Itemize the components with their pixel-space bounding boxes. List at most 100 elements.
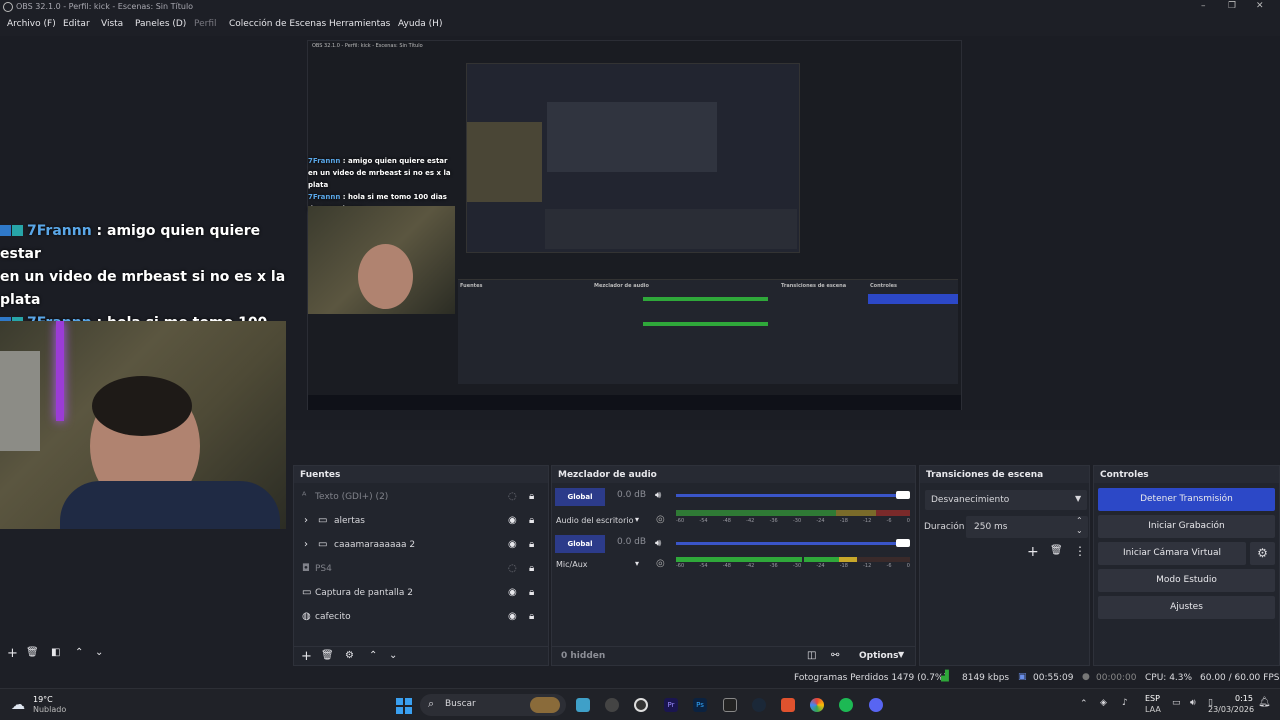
move-up-icon[interactable]: ⌃	[369, 650, 377, 661]
cloud-icon[interactable]: ☁	[11, 697, 25, 713]
notification-icon[interactable]: 🔔︎	[1258, 697, 1271, 708]
epic-games-icon[interactable]	[723, 698, 737, 712]
app-icon[interactable]	[605, 698, 619, 712]
menu-docks[interactable]: Paneles (D)	[135, 19, 186, 29]
menu-edit[interactable]: Editar	[63, 19, 90, 29]
gear-icon[interactable]: ⚙	[1250, 542, 1275, 565]
add-scene-icon[interactable]: +	[7, 646, 18, 661]
global-badge[interactable]: Global	[555, 535, 605, 553]
layout-icon[interactable]: ◫	[807, 650, 816, 661]
settings-button[interactable]: Ajustes	[1098, 596, 1275, 619]
eye-icon[interactable]: ◉	[508, 611, 517, 622]
meter-scale: -60 -54 -48 -42 -36 -30 -24 -18 -12 -6 0	[676, 518, 910, 524]
gear-icon[interactable]: ⚙	[345, 650, 354, 661]
stop-stream-button[interactable]: Detener Transmisión	[1098, 488, 1275, 511]
eye-hidden-icon[interactable]: ◌	[508, 563, 517, 574]
expand-icon[interactable]: ›	[304, 515, 308, 526]
lock-icon[interactable]: 🔒︎	[529, 611, 534, 622]
minimize-icon[interactable]: –	[1201, 1, 1206, 11]
photoshop-icon[interactable]: Ps	[693, 698, 707, 712]
lock-icon[interactable]: 🔒︎	[529, 587, 534, 598]
expand-icon[interactable]: ›	[304, 539, 308, 550]
obs-icon[interactable]	[634, 698, 648, 712]
network-icon[interactable]: ▭	[1172, 698, 1181, 708]
steam-icon[interactable]	[752, 698, 766, 712]
menu-tools[interactable]: Herramientas	[329, 19, 390, 29]
menu-profile[interactable]: Perfil	[194, 19, 217, 29]
move-up-icon[interactable]: ⌃	[75, 647, 83, 658]
menu-view[interactable]: Vista	[101, 19, 123, 29]
trash-icon[interactable]: 🗑︎	[26, 647, 39, 658]
menu-file[interactable]: Archivo (F)	[7, 19, 56, 29]
taskbar-search[interactable]: ⌕ Buscar	[420, 694, 566, 716]
move-down-icon[interactable]: ⌄	[95, 647, 103, 658]
volume-icon[interactable]: 🔊︎	[1190, 698, 1196, 708]
menu-help[interactable]: Ayuda (H)	[398, 19, 442, 29]
hidden-count: 0 hidden	[561, 651, 606, 661]
source-item[interactable]: ◘ PS4 ◌ 🔒︎	[294, 559, 548, 581]
lock-icon[interactable]: 🔒︎	[529, 539, 534, 550]
studio-mode-button[interactable]: Modo Estudio	[1098, 569, 1275, 592]
duration-input[interactable]: 250 ms ⌃ ⌄	[966, 516, 1088, 538]
speaker-icon[interactable]: 🔊︎	[655, 538, 661, 549]
restore-icon[interactable]: ❐	[1228, 1, 1236, 11]
add-icon[interactable]: +	[301, 649, 312, 664]
volume-slider-handle[interactable]	[896, 491, 910, 499]
source-item[interactable]: › ▭ caaamaraaaaaa 2 ◉ 🔒︎	[294, 535, 548, 557]
eye-icon[interactable]: ◉	[508, 587, 517, 598]
speaker-icon[interactable]: 🔊︎	[655, 490, 661, 501]
options-button[interactable]: Options	[859, 651, 898, 661]
volume-slider-handle[interactable]	[896, 539, 910, 547]
virtual-camera-button[interactable]: Iniciar Cámara Virtual	[1098, 542, 1246, 565]
transition-select[interactable]: Desvanecimiento ▼	[925, 490, 1087, 510]
filter-icon[interactable]: ◧	[51, 647, 60, 658]
lock-icon[interactable]: 🔒︎	[529, 563, 534, 574]
microphone-icon[interactable]: ♪	[1122, 698, 1128, 708]
clock-time[interactable]: 0:15	[1235, 694, 1253, 703]
chrome-icon[interactable]	[810, 698, 824, 712]
start-recording-button[interactable]: Iniciar Grabación	[1098, 515, 1275, 538]
language-layout[interactable]: LAA	[1145, 705, 1161, 714]
global-badge[interactable]: Global	[555, 488, 605, 506]
more-icon[interactable]: ⋮	[1074, 544, 1086, 558]
trash-icon[interactable]: 🗑︎	[321, 650, 334, 661]
trash-icon[interactable]: 🗑︎	[1050, 545, 1063, 556]
tray-icon[interactable]: ◈	[1100, 698, 1107, 708]
chevron-down-icon[interactable]: ▾	[635, 559, 639, 568]
windows-start-icon[interactable]	[396, 698, 412, 714]
add-transition-icon[interactable]: +	[1027, 544, 1039, 560]
chevron-up-icon[interactable]: ⌃	[1080, 699, 1088, 709]
chevron-down-icon[interactable]: ▾	[635, 515, 639, 524]
source-item[interactable]: ▭ Captura de pantalla 2 ◉ 🔒︎	[294, 583, 548, 605]
mini-cam	[308, 206, 455, 314]
weather-desc[interactable]: Nublado	[33, 705, 66, 714]
desktop-icon[interactable]	[576, 698, 590, 712]
premiere-icon[interactable]: Pr	[664, 698, 678, 712]
eye-hidden-icon[interactable]: ◌	[508, 491, 517, 502]
spin-up-icon[interactable]: ⌃	[1076, 516, 1083, 525]
spotify-icon[interactable]	[839, 698, 853, 712]
move-down-icon[interactable]: ⌄	[389, 650, 397, 661]
spin-down-icon[interactable]: ⌄	[1076, 526, 1083, 535]
source-item[interactable]: › ▭ alertas ◉ 🔒︎	[294, 511, 548, 533]
lock-icon[interactable]: 🔒︎	[529, 491, 534, 502]
eye-icon[interactable]: ◉	[508, 539, 517, 550]
close-icon[interactable]: ✕	[1256, 1, 1264, 11]
lock-icon[interactable]: 🔒︎	[529, 515, 534, 526]
monitor-off-icon[interactable]: ◎	[656, 514, 665, 525]
volume-slider[interactable]	[676, 542, 904, 545]
monitor-off-icon[interactable]: ◎	[656, 558, 665, 569]
chevron-down-icon[interactable]: ▼	[898, 650, 904, 659]
language-code[interactable]: ESP	[1145, 694, 1160, 703]
menu-scene-collection[interactable]: Colección de Escenas	[229, 19, 326, 29]
source-item[interactable]: ᴬ Texto (GDI+) (2) ◌ 🔒︎	[294, 487, 548, 509]
weather-temp[interactable]: 19°C	[33, 695, 53, 704]
volume-slider[interactable]	[676, 494, 904, 497]
clock-date[interactable]: 23/03/2026	[1208, 705, 1254, 714]
link-icon[interactable]: ⚯	[831, 650, 839, 661]
eye-icon[interactable]: ◉	[508, 515, 517, 526]
scenes-toolbar: + 🗑︎ ◧ ⌃ ⌄	[0, 644, 290, 664]
brave-icon[interactable]	[781, 698, 795, 712]
source-item[interactable]: ◍ cafecito ◉ 🔒︎	[294, 607, 548, 629]
discord-icon[interactable]	[869, 698, 883, 712]
